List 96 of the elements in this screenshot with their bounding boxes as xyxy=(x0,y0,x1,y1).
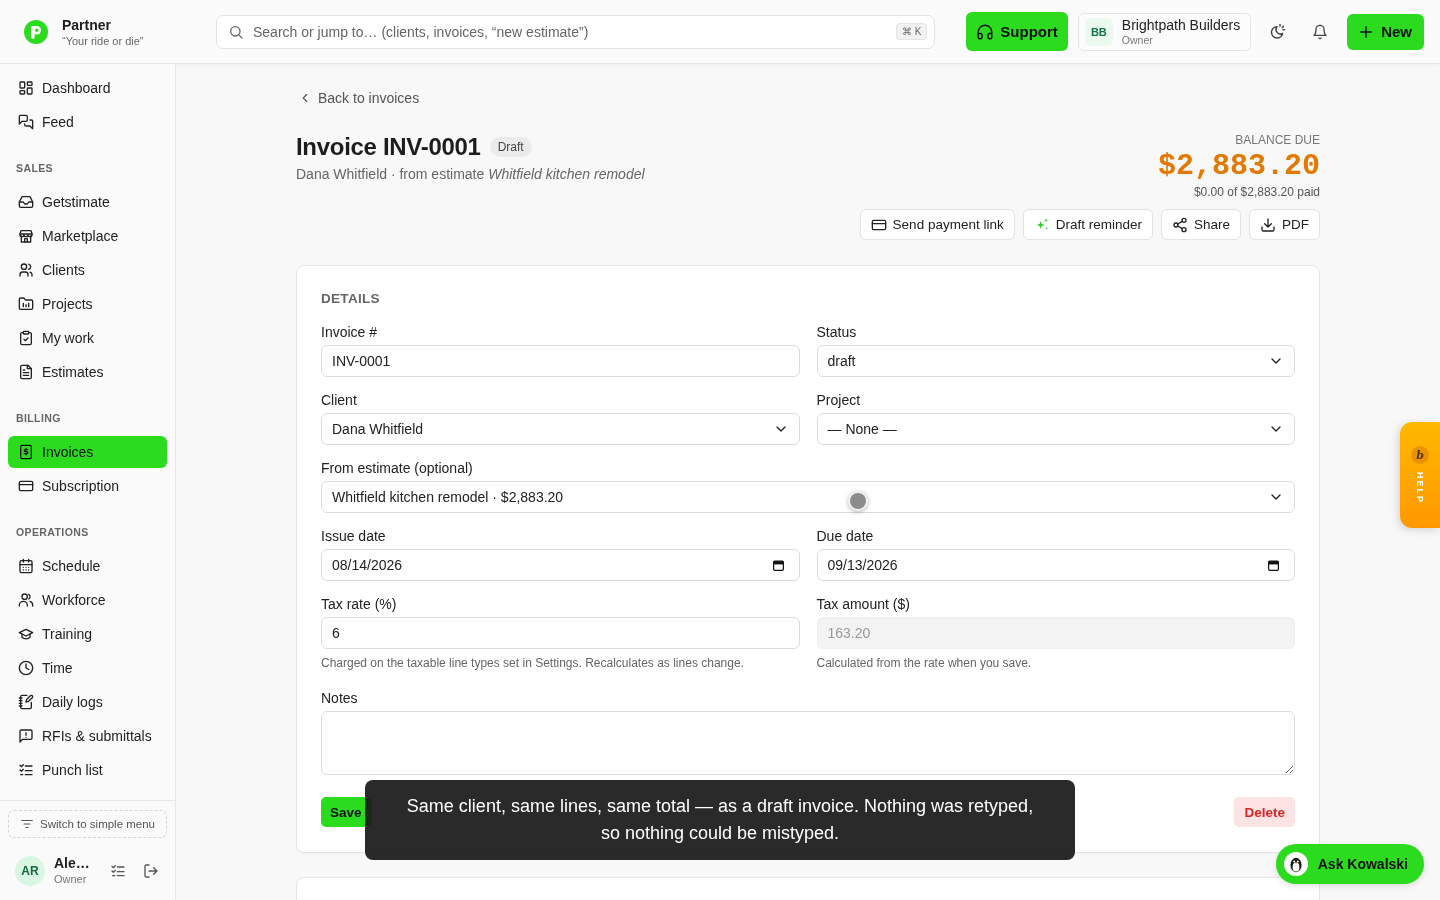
org-switcher[interactable]: BB Brightpath Builders Owner xyxy=(1077,12,1252,51)
text-input[interactable]: INV-0001 xyxy=(321,345,800,377)
text-input[interactable]: 6 xyxy=(321,617,800,649)
headset-icon xyxy=(976,22,995,41)
field-label: Invoice # xyxy=(321,323,379,341)
invoice-title: Invoice INV-0001 xyxy=(296,132,481,162)
bell-icon xyxy=(1312,23,1329,40)
people-icon xyxy=(18,262,34,278)
invoice-subtitle: Dana Whitfield · from estimate Whitfield kitchen remodel xyxy=(296,166,645,182)
field-label: Status xyxy=(816,323,858,341)
balance-label: BALANCE DUE xyxy=(1234,133,1320,147)
download-icon xyxy=(1260,216,1276,233)
sidebar-item[interactable]: Invoices xyxy=(8,436,167,468)
dollar-receipt-icon xyxy=(18,444,34,460)
sidebar-item[interactable]: Dashboard xyxy=(8,72,167,104)
field-label: Tax amount ($) xyxy=(816,595,911,613)
brand-tagline: “Your ride or die” xyxy=(62,33,144,48)
chat-bubbles-icon xyxy=(18,114,34,130)
balance-amount: $2,883.20 xyxy=(1157,148,1320,185)
inbox-tray-icon xyxy=(18,194,34,210)
storefront-icon xyxy=(18,228,34,244)
field-hint: Calculated from the rate when you save. xyxy=(816,655,1033,671)
field-label: Due date xyxy=(816,527,875,545)
share-icon xyxy=(1171,216,1188,233)
search-icon xyxy=(228,23,244,40)
sidebar-item[interactable]: Getstimate xyxy=(8,186,167,218)
switch-menu-button[interactable]: Switch to simple menu xyxy=(8,810,167,838)
action-button[interactable]: Share xyxy=(1160,209,1241,240)
support-button[interactable]: Support xyxy=(966,12,1068,51)
user-name: Ale… xyxy=(54,855,91,872)
field-label: Notes xyxy=(321,689,359,707)
dropdown[interactable]: Whitfield kitchen remodel · $2,883.20 xyxy=(321,481,1295,513)
sidebar-item[interactable]: Clients xyxy=(8,254,167,286)
logout-icon xyxy=(143,862,159,879)
paid-summary: $0.00 of $2,883.20 paid xyxy=(1192,185,1320,199)
user-role: Owner xyxy=(54,872,88,886)
status-badge: Draft xyxy=(489,137,532,157)
user-group-icon xyxy=(18,592,34,608)
checklist-icon xyxy=(18,762,34,778)
sidebar-item[interactable]: Training xyxy=(8,618,167,650)
field-label: Issue date xyxy=(321,527,387,545)
field-label: Client xyxy=(321,391,358,409)
calendar-icon xyxy=(771,558,785,572)
date-input[interactable]: 09/13/2026 xyxy=(816,549,1295,581)
folder-icon xyxy=(18,296,34,312)
sidebar-item[interactable]: Projects xyxy=(8,288,167,320)
sidebar-item[interactable]: Schedule xyxy=(8,550,167,582)
sidebar-item[interactable]: Workforce xyxy=(8,584,167,616)
clock-icon xyxy=(18,660,34,676)
brand-name: Partner xyxy=(62,15,113,34)
sidebar-item[interactable]: Daily logs xyxy=(8,686,167,718)
clipboard-check-icon xyxy=(18,330,34,346)
logo-icon xyxy=(24,19,48,44)
section-heading: OPERATIONS xyxy=(16,525,90,540)
sidebar-item[interactable]: Feed xyxy=(8,106,167,138)
sidebar-item[interactable]: Estimates xyxy=(8,356,167,388)
sidebar-item[interactable]: Punch list xyxy=(8,754,167,786)
action-button[interactable]: Draft reminder xyxy=(1022,209,1153,240)
field-hint: Charged on the taxable line types set in Settings. Recalculates as lines change. xyxy=(321,655,745,671)
action-button[interactable]: Send payment link xyxy=(859,209,1015,240)
filter-lines-icon xyxy=(19,817,34,831)
document-icon xyxy=(18,364,34,380)
section-title: DETAILS xyxy=(321,290,381,308)
graduation-cap-icon xyxy=(18,626,34,642)
delete-button[interactable]: Delete xyxy=(1234,797,1295,827)
dashboard-grid-icon xyxy=(18,80,34,96)
calendar-icon xyxy=(1267,558,1280,572)
sidebar-item[interactable]: Marketplace xyxy=(8,220,167,252)
penguin-icon xyxy=(1283,852,1308,876)
user-avatar: AR xyxy=(15,855,45,886)
credit-card-icon xyxy=(18,478,34,494)
sidebar-item[interactable]: RFIs & submittals xyxy=(8,720,167,752)
alert-message-icon xyxy=(18,728,34,744)
dropdown[interactable]: Dana Whitfield xyxy=(321,413,800,445)
sidebar-item[interactable]: Time xyxy=(8,652,167,684)
sidebar-item[interactable]: Subscription xyxy=(8,470,167,502)
help-tab[interactable]: b HELP xyxy=(1400,422,1440,528)
back-link[interactable]: Back to invoices xyxy=(298,88,420,108)
assistant-button[interactable]: Ask Kowalski xyxy=(1275,844,1424,884)
new-button[interactable]: New xyxy=(1347,13,1424,50)
field-label: Project xyxy=(816,391,862,409)
section-heading: SALES xyxy=(16,161,54,176)
checklist-icon xyxy=(110,862,126,879)
org-avatar: BB xyxy=(1084,17,1113,46)
dropdown[interactable]: draft xyxy=(816,345,1295,377)
field-label: Tax rate (%) xyxy=(321,595,398,613)
calendar-icon xyxy=(18,558,34,574)
moon-sun-icon xyxy=(1268,22,1287,41)
section-heading: BILLING xyxy=(16,411,62,426)
action-button[interactable]: PDF xyxy=(1249,209,1320,240)
toast-message: Same client, same lines, same total — as a draft invoice. Nothing was retyped, so nothing could be mistyped. xyxy=(365,780,1075,860)
field-label: From estimate (optional) xyxy=(321,459,474,477)
notebook-pen-icon xyxy=(18,694,34,710)
date-input[interactable]: 08/14/2026 xyxy=(321,549,800,581)
sidebar-item[interactable]: My work xyxy=(8,322,167,354)
dropdown[interactable]: — None — xyxy=(816,413,1295,445)
